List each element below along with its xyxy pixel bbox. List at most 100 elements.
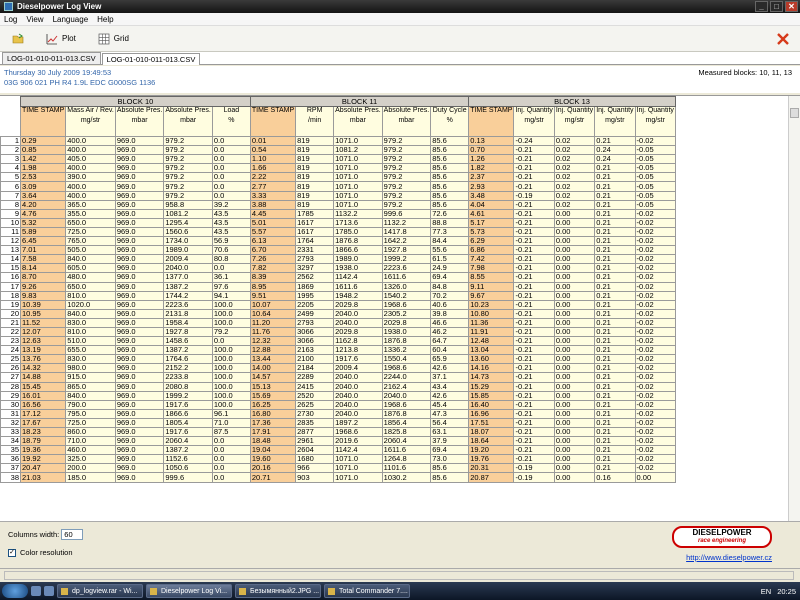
column-header-unit: /min bbox=[308, 117, 322, 124]
value-cell: 2100 bbox=[295, 354, 335, 365]
open-folder-button[interactable] bbox=[6, 31, 30, 47]
table-row[interactable]: 28 15.45 865.0 969.0 2080.8 100.0 15.13 2415 204… bbox=[0, 381, 676, 392]
value-cell: 85.6 bbox=[430, 172, 470, 183]
table-row[interactable]: 37 20.47 200.0 969.0 1050.6 0.0 20.16 966 1071.0… bbox=[0, 463, 676, 474]
table-row[interactable]: 20 10.95 840.0 969.0 2131.8 100.0 10.64 2499 204… bbox=[0, 308, 676, 319]
data-grid[interactable]: BLOCK 10 BLOCK 11 BLOCK 13 TIME STAMP Mas… bbox=[0, 95, 800, 521]
column-header-title: TIME STAMP bbox=[251, 107, 295, 115]
value-cell: 400.0 bbox=[65, 135, 116, 147]
table-row[interactable]: 6 3.09 400.0 969.0 979.2 0.0 2.77 819 1071.0 979.… bbox=[0, 181, 676, 192]
table-row[interactable]: 5 2.53 390.0 969.0 979.2 0.0 2.22 819 1071.0 979.… bbox=[0, 172, 676, 183]
table-row[interactable]: 25 13.76 830.0 969.0 1764.6 100.0 13.44 2100 191… bbox=[0, 354, 676, 365]
row-number: 21 bbox=[0, 317, 21, 328]
table-row[interactable]: 38 21.03 185.0 969.0 999.6 0.0 20.71 903 1071.0 1… bbox=[0, 472, 676, 483]
table-row[interactable]: 29 16.01 840.0 969.0 1999.2 100.0 15.69 2520 204… bbox=[0, 390, 676, 401]
table-row[interactable]: 17 9.26 650.0 969.0 1387.2 97.6 8.95 1869 1611.6… bbox=[0, 281, 676, 292]
table-row[interactable]: 34 18.79 710.0 969.0 2060.4 0.0 18.48 2961 2019.… bbox=[0, 436, 676, 447]
website-link[interactable]: http://www.dieselpower.cz bbox=[686, 553, 772, 562]
column-header[interactable]: TIME STAMP bbox=[249, 106, 297, 137]
table-row[interactable]: 19 10.39 1020.0 969.0 2223.6 100.0 10.07 2205 20… bbox=[0, 299, 676, 310]
column-header[interactable]: RPM/min bbox=[295, 106, 335, 137]
table-row[interactable]: 23 12.63 510.0 969.0 1458.6 0.0 12.32 3066 1162.… bbox=[0, 336, 676, 347]
column-header[interactable]: Load% bbox=[211, 106, 251, 137]
table-row[interactable]: 24 13.19 655.0 969.0 1387.2 100.0 12.88 2163 121… bbox=[0, 345, 676, 356]
taskbar-item-winrar[interactable]: dp_logview.rar - Wi... bbox=[57, 584, 143, 598]
table-row[interactable]: 8 4.20 365.0 969.0 958.8 39.2 3.88 819 1071.0 979… bbox=[0, 199, 676, 210]
tab-file-2[interactable]: LOG-01-010-011-013.CSV bbox=[101, 53, 201, 65]
column-header[interactable]: Mass Air / Rev. mg/str bbox=[65, 106, 116, 137]
table-row[interactable]: 18 9.83 810.0 969.0 1744.2 94.1 9.51 1995 1948.2… bbox=[0, 290, 676, 301]
value-cell: 0.21 bbox=[594, 135, 636, 147]
column-header[interactable]: TIME STAMP bbox=[468, 106, 515, 137]
value-cell: 0.0 bbox=[211, 181, 251, 192]
columns-width-spinner[interactable]: 60 bbox=[61, 529, 84, 540]
close-icon[interactable] bbox=[776, 32, 790, 46]
column-header[interactable]: Duty Cycle% bbox=[430, 106, 470, 137]
grid-button[interactable]: Grid bbox=[92, 31, 135, 47]
value-cell: 40.6 bbox=[430, 299, 470, 310]
table-row[interactable]: 3 1.42 405.0 969.0 979.2 0.0 1.10 819 1071.0 979.… bbox=[0, 154, 676, 165]
start-button[interactable] bbox=[2, 584, 28, 598]
color-resolution-checkbox[interactable]: ✓ bbox=[8, 548, 16, 557]
table-row[interactable]: 10 5.32 650.0 969.0 1295.4 43.5 5.01 1617 1713.6… bbox=[0, 217, 676, 228]
row-number: 36 bbox=[0, 454, 21, 465]
table-row[interactable]: 15 8.14 605.0 969.0 2040.0 0.0 7.82 3297 1938.0 2… bbox=[0, 263, 676, 274]
column-header-title: Inj. Quantity bbox=[515, 107, 553, 115]
quicklaunch-icon[interactable] bbox=[31, 586, 41, 596]
table-row[interactable]: 32 17.67 725.0 969.0 1805.4 71.0 17.36 2835 1897… bbox=[0, 417, 676, 429]
value-cell: 1295.4 bbox=[163, 217, 213, 228]
vertical-scrollbar[interactable] bbox=[788, 96, 800, 521]
plot-button[interactable]: Plot bbox=[40, 31, 82, 47]
table-row[interactable]: 30 16.56 790.0 969.0 1917.6 100.0 16.25 2625 204… bbox=[0, 399, 676, 410]
minimize-button[interactable]: _ bbox=[755, 1, 768, 12]
table-row[interactable]: 27 14.88 915.0 969.0 2233.8 100.0 14.57 2289 204… bbox=[0, 372, 676, 383]
table-row[interactable]: 33 18.23 860.0 969.0 1917.6 87.5 17.91 2877 1968… bbox=[0, 426, 676, 438]
value-cell: 0.0 bbox=[211, 154, 251, 165]
column-header[interactable]: Absolute Pres. mbar bbox=[163, 106, 213, 137]
column-header[interactable]: Inj. Quantity mg/str bbox=[634, 106, 676, 137]
maximize-button[interactable]: □ bbox=[770, 1, 783, 12]
scroll-thumb[interactable] bbox=[790, 108, 799, 118]
table-row[interactable]: 31 17.12 795.0 969.0 1866.6 96.1 16.80 2730 2040… bbox=[0, 408, 676, 419]
value-cell: 1213.8 bbox=[333, 345, 383, 356]
menu-help[interactable]: Help bbox=[97, 15, 113, 24]
menu-log[interactable]: Log bbox=[4, 15, 17, 24]
taskbar-item-totalcmd[interactable]: Total Commander 7.... bbox=[324, 584, 410, 598]
table-row[interactable]: 2 0.85 400.0 969.0 979.2 0.0 0.54 819 1081.2 979.… bbox=[0, 145, 676, 156]
value-cell: 1387.2 bbox=[163, 281, 213, 292]
table-row[interactable]: 9 4.76 355.0 969.0 1081.2 43.5 4.45 1785 1132.2 9… bbox=[0, 208, 676, 219]
table-row[interactable]: 16 8.70 480.0 969.0 1377.0 36.1 8.39 2562 1142.4… bbox=[0, 272, 676, 283]
column-header[interactable]: Absolute Pres. mbar bbox=[333, 106, 383, 137]
menu-language[interactable]: Language bbox=[53, 15, 89, 24]
column-header-title: Absolute Pres. bbox=[383, 107, 430, 115]
column-header[interactable]: Inj. Quantity mg/str bbox=[594, 106, 636, 137]
close-window-button[interactable]: ✕ bbox=[785, 1, 798, 12]
table-row[interactable]: 7 3.64 400.0 969.0 979.2 0.0 3.33 819 1071.0 979.… bbox=[0, 190, 676, 201]
menu-view[interactable]: View bbox=[26, 15, 43, 24]
language-indicator[interactable]: EN bbox=[761, 587, 771, 596]
table-row[interactable]: 35 19.36 460.0 969.0 1387.2 0.0 19.04 2604 1142.… bbox=[0, 445, 676, 456]
column-header[interactable]: Inj. Quantity mg/str bbox=[513, 106, 555, 137]
column-header[interactable]: Inj. Quantity mg/str bbox=[553, 106, 596, 137]
taskbar-item-logview[interactable]: Dieselpower Log Vi... bbox=[146, 584, 232, 598]
value-cell: 819 bbox=[295, 154, 335, 165]
table-row[interactable]: 1 0.29 400.0 969.0 979.2 0.0 0.01 819 1071.0 979.… bbox=[0, 135, 676, 147]
table-row[interactable]: 14 7.58 840.0 969.0 2009.4 80.8 7.26 2793 1989.0… bbox=[0, 254, 676, 265]
column-header[interactable]: Absolute Pres. mbar bbox=[114, 106, 165, 137]
table-row[interactable]: 12 6.45 765.0 969.0 1734.0 56.9 6.13 1764 1876.8… bbox=[0, 236, 676, 247]
table-row[interactable]: 13 7.01 505.0 969.0 1989.0 70.6 6.70 2331 1866.6… bbox=[0, 245, 676, 256]
column-header[interactable]: TIME STAMP bbox=[19, 106, 67, 137]
color-resolution-option[interactable]: ✓ Color resolution bbox=[8, 548, 73, 557]
table-row[interactable]: 36 19.92 325.0 969.0 1152.6 0.0 19.60 1680 1071.… bbox=[0, 454, 676, 465]
taskbar-item-image[interactable]: Безымянный2.JPG ... bbox=[235, 584, 321, 598]
timestamp-cell: 6.70 bbox=[249, 245, 297, 256]
table-row[interactable]: 4 1.98 400.0 969.0 979.2 0.0 1.66 819 1071.0 979.… bbox=[0, 163, 676, 174]
column-header[interactable]: Absolute Pres. mbar bbox=[381, 106, 432, 137]
tab-file-1[interactable]: LOG-01-010-011-013.CSV bbox=[2, 52, 101, 64]
value-cell: 390.0 bbox=[65, 172, 116, 183]
table-row[interactable]: 21 11.52 830.0 969.0 1958.4 100.0 11.20 2793 204… bbox=[0, 317, 676, 328]
quicklaunch-icon[interactable] bbox=[44, 586, 54, 596]
table-row[interactable]: 26 14.32 980.0 969.0 2152.2 100.0 14.00 2184 200… bbox=[0, 363, 676, 374]
table-row[interactable]: 22 12.07 810.0 969.0 1927.8 79.2 11.76 3066 2029… bbox=[0, 326, 676, 338]
table-row[interactable]: 11 5.89 725.0 969.0 1560.6 43.5 5.57 1617 1785.0… bbox=[0, 226, 676, 238]
